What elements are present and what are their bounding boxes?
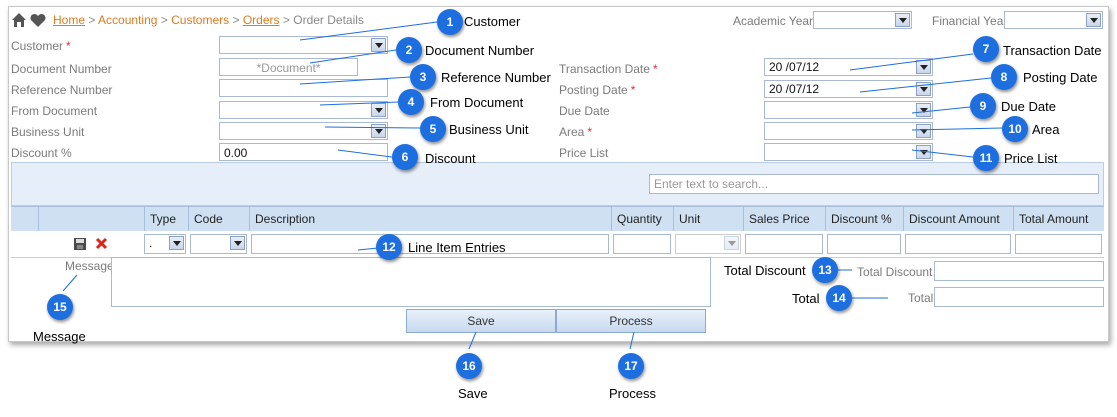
callout-8-label: Posting Date bbox=[1023, 70, 1098, 85]
callout-2-label: Document Number bbox=[425, 43, 535, 58]
callout-1-label: Customer bbox=[464, 14, 521, 29]
callout-17: 17 bbox=[618, 353, 644, 379]
callout-8: 8 bbox=[991, 64, 1017, 90]
callout-17-label: Process bbox=[609, 386, 656, 401]
callout-15-label: Message bbox=[33, 329, 86, 344]
callout-9-label: Due Date bbox=[1001, 99, 1056, 114]
callout-14-label: Total bbox=[792, 291, 820, 306]
callout-3: 3 bbox=[410, 64, 436, 90]
callout-9: 9 bbox=[970, 93, 996, 119]
callout-14: 14 bbox=[826, 285, 852, 311]
callout-4: 4 bbox=[398, 89, 424, 115]
callout-4-label: From Document bbox=[430, 95, 524, 110]
callout-11-label: Price List bbox=[1004, 151, 1058, 166]
callout-6-label: Discount bbox=[425, 151, 476, 166]
callout-lines bbox=[62, 21, 1003, 350]
callout-13: 13 bbox=[812, 257, 838, 283]
callout-15: 15 bbox=[47, 294, 73, 320]
callout-16: 16 bbox=[456, 353, 482, 379]
callout-5: 5 bbox=[420, 116, 446, 142]
callout-12-label: Line Item Entries bbox=[408, 240, 506, 255]
callout-2: 2 bbox=[396, 37, 422, 63]
callout-7-label: Transaction Date bbox=[1003, 43, 1102, 58]
callout-16-label: Save bbox=[458, 386, 488, 401]
callout-1: 1 bbox=[437, 9, 463, 35]
callout-12: 12 bbox=[376, 234, 402, 260]
callout-11: 11 bbox=[973, 145, 999, 171]
callout-10: 10 bbox=[1002, 116, 1028, 142]
callout-10-label: Area bbox=[1032, 122, 1060, 137]
callout-5-label: Business Unit bbox=[449, 122, 529, 137]
callout-7: 7 bbox=[973, 36, 999, 62]
callout-13-label: Total Discount bbox=[724, 263, 806, 278]
callout-6: 6 bbox=[392, 144, 418, 170]
callout-3-label: Reference Number bbox=[441, 70, 551, 85]
